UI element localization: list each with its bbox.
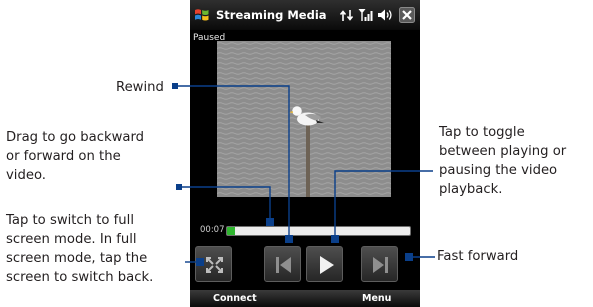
rewind-callout-dot [172,83,178,89]
fullscreen-callout-marker [196,258,204,266]
callout-lines [172,83,435,266]
drag-callout-line [181,186,271,226]
rewind-callout-line [176,85,290,236]
drag-callout-dot [176,184,182,190]
toggle-callout-line [334,170,433,236]
toggle-callout-marker [331,235,339,243]
fast-forward-callout-marker [405,253,413,261]
drag-callout-marker [266,218,274,226]
rewind-callout-marker [285,235,293,243]
